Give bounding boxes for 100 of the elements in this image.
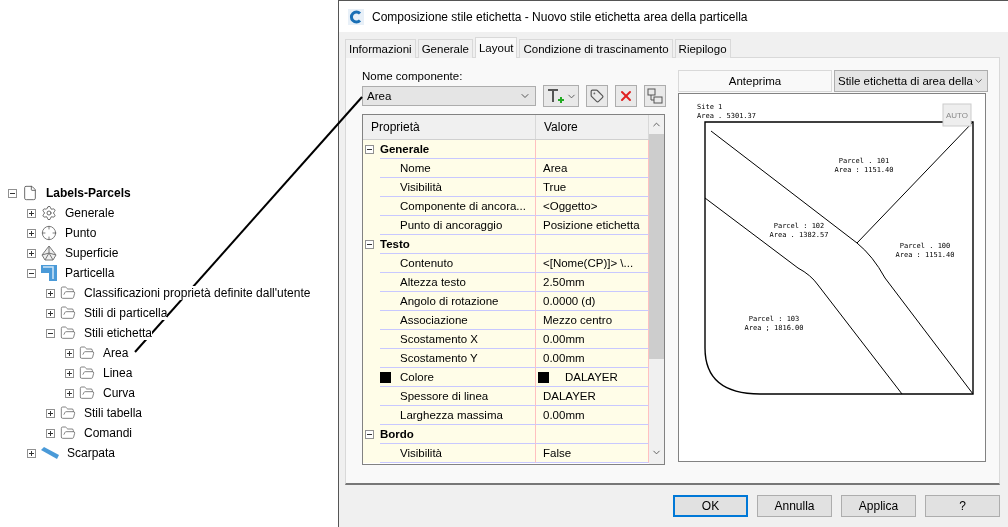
expander-icon[interactable] [27, 448, 36, 458]
property-name: Visibilità [380, 178, 536, 197]
layout-button[interactable] [644, 85, 666, 107]
window-title: Composizione stile etichetta - Nuovo stile etichetta area della particella [372, 9, 748, 24]
dialog-button[interactable]: Annulla [757, 495, 832, 517]
scrollbar[interactable] [649, 115, 664, 464]
property-name: Componente di ancora... [380, 197, 536, 216]
property-value: 0.00mm [536, 349, 649, 368]
delete-icon [618, 88, 634, 104]
folder-icon [60, 405, 76, 421]
expander-icon[interactable] [364, 145, 374, 154]
tree-item[interactable]: Area [103, 346, 129, 360]
folder-icon [79, 385, 95, 401]
column-header: Proprietà [363, 115, 536, 139]
property-name: Spessore di linea [380, 387, 536, 406]
property-value: Mezzo centro [536, 311, 649, 330]
folder-icon [60, 305, 76, 321]
property-value: 0.00mm [536, 406, 649, 425]
tree-item[interactable]: Stili di particella [84, 306, 168, 320]
group-header: Testo [380, 235, 536, 254]
layout-icon [647, 88, 663, 104]
tree-item[interactable]: Stili tabella [84, 406, 143, 420]
tree-item[interactable]: Labels-Parcels [46, 186, 131, 200]
tree-item[interactable]: Superficie [65, 246, 119, 260]
folder-icon [60, 285, 76, 301]
tree-item[interactable]: Classificazioni proprietà definite dall'utente [84, 286, 311, 300]
group-header: Generale [380, 140, 536, 159]
property-name: Larghezza massima [380, 406, 536, 425]
tag-button[interactable] [586, 85, 608, 107]
tab[interactable]: Layout [474, 37, 518, 58]
property-name: Scostamento Y [380, 349, 536, 368]
text-add-icon [545, 88, 566, 104]
tree-item[interactable]: Punto [65, 226, 97, 240]
property-name: Visibilità [380, 444, 536, 463]
add-text-button[interactable] [543, 85, 579, 107]
expander-icon[interactable] [46, 408, 55, 418]
expander-icon[interactable] [8, 188, 17, 198]
property-name: Contenuto [380, 254, 536, 273]
scroll-thumb[interactable] [649, 134, 664, 359]
property-value: False [536, 444, 649, 463]
property-value: 0.0000 (d) [536, 292, 649, 311]
dialog-button[interactable]: OK [673, 495, 748, 517]
tree-item[interactable]: Comandi [84, 426, 133, 440]
expander-icon[interactable] [65, 368, 74, 378]
expander-icon[interactable] [27, 228, 36, 238]
expander-icon[interactable] [364, 430, 374, 439]
expander-icon[interactable] [46, 428, 55, 438]
expander-icon[interactable] [46, 328, 55, 338]
expander-icon[interactable] [27, 208, 36, 218]
property-value: Posizione etichetta [536, 216, 649, 235]
tree-item[interactable]: Linea [103, 366, 133, 380]
property-name: Altezza testo [380, 273, 536, 292]
expander-icon[interactable] [27, 248, 36, 258]
tree-item[interactable]: Scarpata [67, 446, 116, 460]
tag-icon [590, 89, 604, 103]
tab[interactable]: Generale [417, 39, 473, 58]
dialog-button[interactable]: ? [925, 495, 1000, 517]
folder-icon [79, 365, 95, 381]
tree-item[interactable]: Generale [65, 206, 115, 220]
property-name-text: Colore [400, 371, 434, 383]
style-dropdown[interactable]: Stile etichetta di area della [834, 70, 988, 92]
crosshair-icon [41, 225, 57, 241]
tree-item[interactable]: Particella [65, 266, 115, 280]
tab[interactable]: Informazioni [345, 39, 416, 58]
slope-icon [41, 447, 59, 459]
property-value: <[Nome(CP)]> \... [536, 254, 649, 273]
property-value: 0.00mm [536, 330, 649, 349]
property-value: 2.50mm [536, 273, 649, 292]
property-value: <Oggetto> [536, 197, 649, 216]
page-icon [22, 185, 38, 201]
folder-icon [60, 325, 76, 341]
tab[interactable]: Riepilogo [674, 39, 731, 58]
expander-icon[interactable] [27, 268, 36, 278]
expander-icon[interactable] [65, 348, 74, 358]
property-value-text: DALAYER [565, 371, 618, 383]
property-value: Area [536, 159, 649, 178]
field-label: Nome componente: [362, 70, 464, 82]
parcel-icon [41, 265, 57, 281]
app-logo-icon [348, 8, 364, 25]
preview-tab[interactable]: Anteprima [678, 70, 832, 92]
property-value: DALAYER [536, 387, 649, 406]
tree-item[interactable]: Curva [103, 386, 135, 400]
delete-button[interactable] [615, 85, 637, 107]
dialog-button[interactable]: Applica [841, 495, 916, 517]
tree-item[interactable]: Stili etichetta [84, 326, 153, 340]
gear-icon [41, 205, 57, 221]
component-dropdown[interactable]: Area [362, 86, 536, 106]
property-name: Angolo di rotazione [380, 292, 536, 311]
surface-icon [41, 245, 57, 261]
expander-icon[interactable] [364, 240, 374, 249]
expander-icon[interactable] [46, 288, 55, 298]
tab[interactable]: Condizione di trascinamento [519, 39, 673, 58]
group-header: Bordo [380, 425, 536, 444]
property-name: Nome [380, 159, 536, 178]
expander-icon[interactable] [65, 388, 74, 398]
expander-icon[interactable] [46, 308, 55, 318]
property-name: Scostamento X [380, 330, 536, 349]
property-name: Punto di ancoraggio [380, 216, 536, 235]
folder-icon [79, 345, 95, 361]
property-name: Associazione [380, 311, 536, 330]
